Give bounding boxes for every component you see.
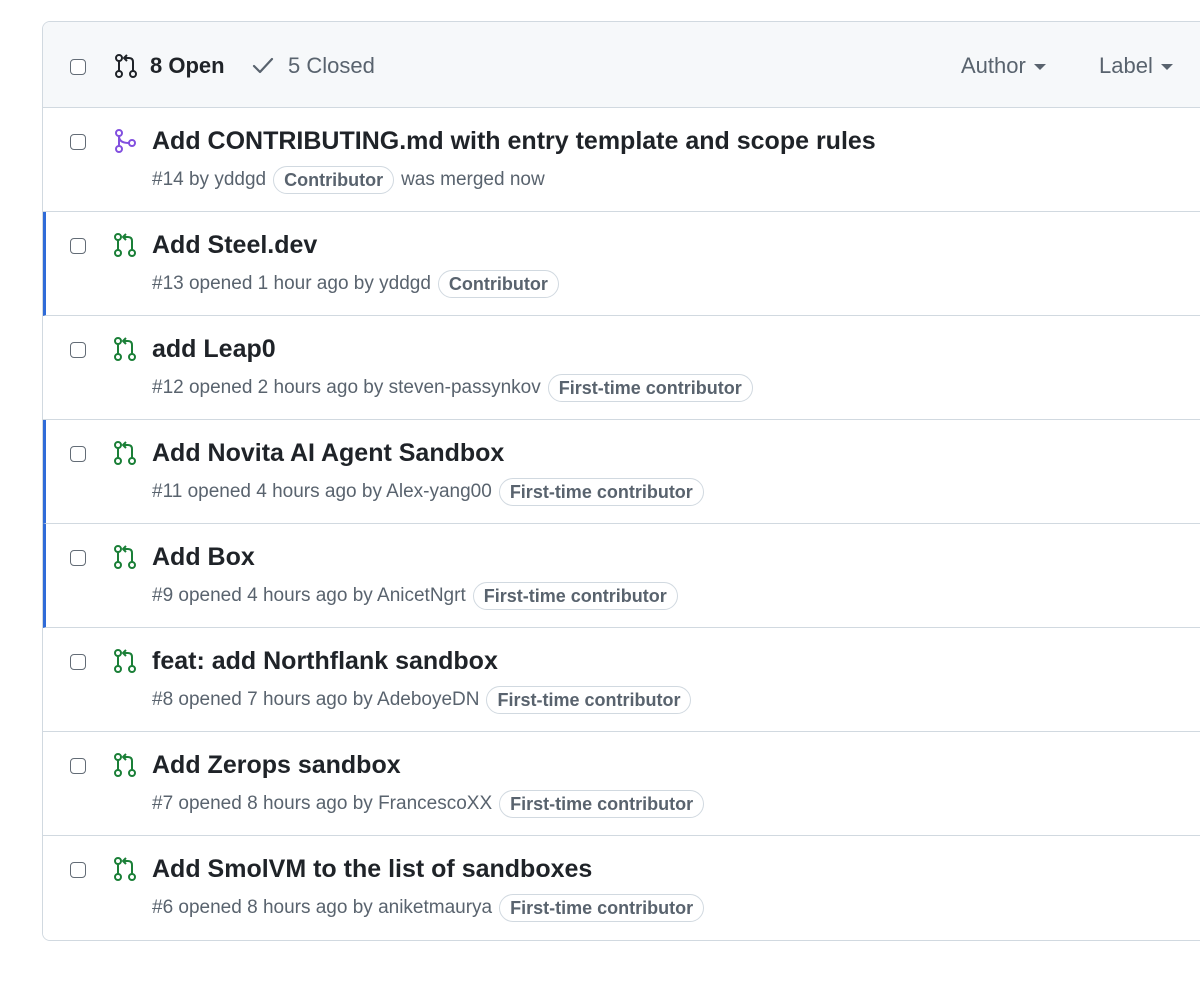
pull-request-info: #6 opened 8 hours ago by aniketmaurya xyxy=(152,897,493,918)
pull-request-meta: #12 opened 2 hours ago by steven-passynk… xyxy=(152,373,753,403)
select-all-checkbox[interactable] xyxy=(70,59,86,75)
author-role-badge: Contributor xyxy=(437,270,559,298)
pull-request-meta: #14 by yddgd Contributor was merged now xyxy=(152,165,545,195)
pull-request-title[interactable]: Add Novita AI Agent Sandbox xyxy=(152,439,504,468)
git-pull-request-icon xyxy=(115,54,137,78)
author-role-badge: First-time contributor xyxy=(499,894,705,922)
row-checkbox[interactable] xyxy=(70,550,86,566)
pull-request-info: #9 opened 4 hours ago by AnicetNgrt xyxy=(152,585,466,606)
pull-request-title[interactable]: feat: add Northflank sandbox xyxy=(152,647,498,676)
pull-request-meta: #13 opened 1 hour ago by yddgd Contribut… xyxy=(152,269,559,299)
pull-request-list: 8 Open 5 Closed Author Label Add CONTRIB… xyxy=(42,21,1200,941)
closed-tab[interactable]: 5 Closed xyxy=(252,50,375,82)
pull-request-meta: #9 opened 4 hours ago by AnicetNgrt Firs… xyxy=(152,581,678,611)
author-role-badge: Contributor xyxy=(273,166,395,194)
git-pull-request-icon xyxy=(114,441,136,465)
caret-down-icon xyxy=(1160,64,1173,70)
author-role-badge: First-time contributor xyxy=(472,582,678,610)
list-header: 8 Open 5 Closed Author Label xyxy=(43,22,1200,108)
pull-request-title[interactable]: Add Zerops sandbox xyxy=(152,751,401,780)
git-pull-request-icon xyxy=(114,857,136,881)
row-checkbox[interactable] xyxy=(70,134,86,150)
row-checkbox[interactable] xyxy=(70,862,86,878)
pull-request-meta: #6 opened 8 hours ago by aniketmaurya Fi… xyxy=(152,893,705,923)
pull-request-title[interactable]: Add CONTRIBUTING.md with entry template … xyxy=(152,127,876,156)
author-filter[interactable]: Author xyxy=(961,50,1046,82)
row-checkbox[interactable] xyxy=(70,238,86,254)
author-filter-label: Author xyxy=(961,53,1026,78)
row-checkbox[interactable] xyxy=(70,446,86,462)
pull-request-row: add Leap0 #12 opened 2 hours ago by stev… xyxy=(43,316,1200,420)
pull-request-row: Add SmolVM to the list of sandboxes #6 o… xyxy=(43,836,1200,940)
pull-request-title[interactable]: Add Box xyxy=(152,543,255,572)
git-pull-request-icon xyxy=(114,649,136,673)
pull-request-title[interactable]: Add Steel.dev xyxy=(152,231,317,260)
author-role-badge: First-time contributor xyxy=(498,478,704,506)
git-pull-request-icon xyxy=(114,337,136,361)
caret-down-icon xyxy=(1033,64,1046,70)
row-checkbox[interactable] xyxy=(70,654,86,670)
pull-request-meta: #8 opened 7 hours ago by AdeboyeDN First… xyxy=(152,685,692,715)
author-role-badge: First-time contributor xyxy=(486,686,692,714)
label-filter-label: Label xyxy=(1099,53,1153,78)
git-pull-request-icon xyxy=(114,545,136,569)
pull-request-meta: #11 opened 4 hours ago by Alex-yang00 Fi… xyxy=(152,477,704,507)
author-role-badge: First-time contributor xyxy=(499,790,705,818)
pull-request-info: #7 opened 8 hours ago by FrancescoXX xyxy=(152,793,493,814)
pull-request-info: #11 opened 4 hours ago by Alex-yang00 xyxy=(152,481,492,502)
author-role-badge: First-time contributor xyxy=(547,374,753,402)
pull-request-row: Add Steel.dev #13 opened 1 hour ago by y… xyxy=(43,212,1200,316)
pull-request-title[interactable]: add Leap0 xyxy=(152,335,276,364)
pull-request-row: Add Box #9 opened 4 hours ago by AnicetN… xyxy=(43,524,1200,628)
git-pull-request-icon xyxy=(114,233,136,257)
pull-request-row: Add Zerops sandbox #7 opened 8 hours ago… xyxy=(43,732,1200,836)
pull-request-meta: #7 opened 8 hours ago by FrancescoXX Fir… xyxy=(152,789,705,819)
git-pull-request-icon xyxy=(114,753,136,777)
check-icon xyxy=(252,57,274,74)
git-merge-icon xyxy=(115,129,136,153)
merge-status: was merged now xyxy=(401,169,545,190)
closed-count-label: 5 Closed xyxy=(288,53,375,78)
open-count-label: 8 Open xyxy=(150,53,225,78)
pull-request-row: Add CONTRIBUTING.md with entry template … xyxy=(43,108,1200,212)
pull-request-info: #14 by yddgd xyxy=(152,169,267,190)
label-filter[interactable]: Label xyxy=(1099,50,1173,82)
pull-request-row: feat: add Northflank sandbox #8 opened 7… xyxy=(43,628,1200,732)
pull-request-info: #13 opened 1 hour ago by yddgd xyxy=(152,273,431,294)
pull-request-row: Add Novita AI Agent Sandbox #11 opened 4… xyxy=(43,420,1200,524)
pull-request-title[interactable]: Add SmolVM to the list of sandboxes xyxy=(152,855,592,884)
row-checkbox[interactable] xyxy=(70,342,86,358)
pull-request-info: #8 opened 7 hours ago by AdeboyeDN xyxy=(152,689,480,710)
pull-request-info: #12 opened 2 hours ago by steven-passynk… xyxy=(152,377,541,398)
row-checkbox[interactable] xyxy=(70,758,86,774)
open-tab[interactable]: 8 Open xyxy=(114,50,225,82)
